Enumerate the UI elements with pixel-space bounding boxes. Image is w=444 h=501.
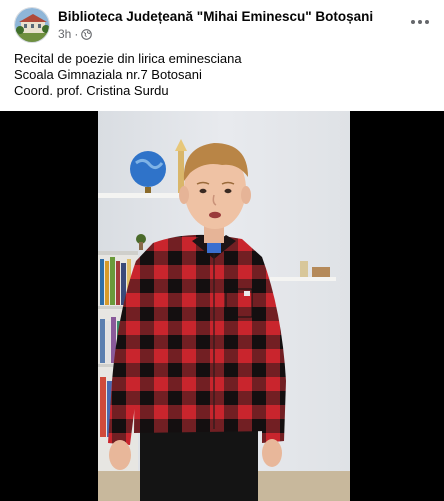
post-header: Biblioteca Județeană "Mihai Eminescu" Bo… — [0, 0, 444, 48]
page-name-link[interactable]: Biblioteca Județeană "Mihai Eminescu" Bo… — [58, 9, 373, 24]
post-text-line: Scoala Gimnaziala nr.7 Botosani — [14, 67, 202, 82]
video-player[interactable] — [0, 111, 444, 501]
page-avatar[interactable] — [14, 7, 50, 43]
post-message: Recital de poezie din lirica eminesciana… — [14, 51, 242, 99]
post-meta: 3h · — [58, 27, 93, 41]
post-text-line: Coord. prof. Cristina Surdu — [14, 83, 169, 98]
globe-icon[interactable] — [81, 28, 93, 40]
more-horizontal-icon — [411, 20, 415, 24]
post-text-line: Recital de poezie din lirica eminesciana — [14, 51, 242, 66]
meta-separator: · — [74, 27, 79, 41]
video-frame — [0, 111, 444, 501]
post-timestamp[interactable]: 3h — [58, 27, 71, 41]
more-options-button[interactable] — [406, 10, 434, 34]
